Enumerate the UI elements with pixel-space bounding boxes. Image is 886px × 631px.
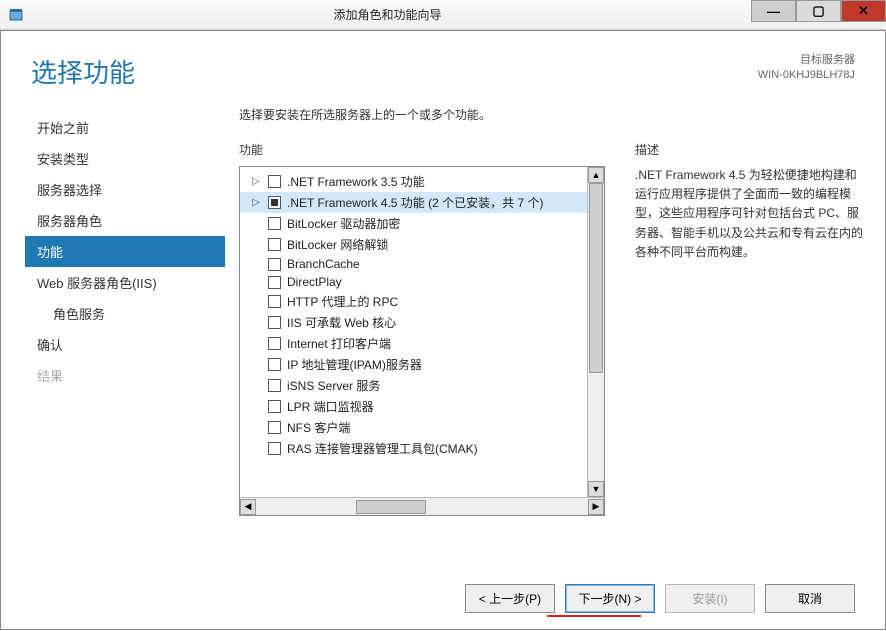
- scroll-track[interactable]: [256, 499, 588, 515]
- target-server-label: 目标服务器: [758, 53, 855, 68]
- scroll-up-arrow-icon[interactable]: ▲: [588, 167, 604, 183]
- feature-label: BranchCache: [287, 257, 360, 271]
- feature-label: LPR 端口监视器: [287, 398, 374, 415]
- install-button: 安装(I): [665, 584, 755, 613]
- feature-row[interactable]: BitLocker 网络解锁: [240, 234, 604, 255]
- sidebar-item-install-type[interactable]: 安装类型: [25, 143, 225, 174]
- feature-label: Internet 打印客户端: [287, 335, 391, 352]
- main-panel: 选择要安装在所选服务器上的一个或多个功能。 功能 ▷ .NET Framewor…: [225, 106, 865, 516]
- description-header: 描述: [635, 141, 865, 158]
- target-server-name: WIN-0KHJ9BLH78J: [758, 68, 855, 83]
- features-tree-viewport: ▷ .NET Framework 3.5 功能 ▷ .NET Framework…: [240, 167, 604, 497]
- annotation-underline: [547, 615, 641, 617]
- maximize-button[interactable]: ▢: [796, 0, 841, 22]
- minimize-button[interactable]: —: [751, 0, 796, 22]
- feature-label: NFS 客户端: [287, 419, 350, 436]
- close-button[interactable]: ✕: [841, 0, 886, 22]
- wizard-footer: < 上一步(P) 下一步(N) > 安装(I) 取消: [1, 584, 885, 613]
- checkbox[interactable]: [268, 442, 281, 455]
- sidebar-item-results: 结果: [25, 360, 225, 391]
- scroll-thumb[interactable]: [356, 500, 426, 514]
- feature-row[interactable]: ▷ .NET Framework 4.5 功能 (2 个已安装，共 7 个): [240, 192, 604, 213]
- window-title: 添加角色和功能向导: [24, 6, 751, 23]
- feature-row[interactable]: BitLocker 驱动器加密: [240, 213, 604, 234]
- feature-row[interactable]: DirectPlay: [240, 273, 604, 291]
- feature-label: .NET Framework 4.5 功能 (2 个已安装，共 7 个): [287, 194, 543, 211]
- checkbox[interactable]: [268, 175, 281, 188]
- feature-label: DirectPlay: [287, 275, 342, 289]
- description-text: .NET Framework 4.5 为轻松便捷地构建和运行应用程序提供了全面而…: [635, 166, 865, 262]
- feature-label: iSNS Server 服务: [287, 377, 380, 394]
- feature-row[interactable]: ▷ .NET Framework 3.5 功能: [240, 171, 604, 192]
- feature-row[interactable]: RAS 连接管理器管理工具包(CMAK): [240, 438, 604, 459]
- scroll-left-arrow-icon[interactable]: ◀: [240, 499, 256, 515]
- vertical-scrollbar[interactable]: ▲ ▼: [587, 167, 604, 497]
- window-controls: — ▢ ✕: [751, 0, 886, 29]
- next-button[interactable]: 下一步(N) >: [565, 584, 655, 613]
- sidebar-item-web-server-iis[interactable]: Web 服务器角色(IIS): [25, 267, 225, 298]
- feature-row[interactable]: IP 地址管理(IPAM)服务器: [240, 354, 604, 375]
- wizard-steps-sidebar: 开始之前 安装类型 服务器选择 服务器角色 功能 Web 服务器角色(IIS) …: [25, 106, 225, 516]
- sidebar-item-server-selection[interactable]: 服务器选择: [25, 174, 225, 205]
- feature-row[interactable]: NFS 客户端: [240, 417, 604, 438]
- content-layout: 开始之前 安装类型 服务器选择 服务器角色 功能 Web 服务器角色(IIS) …: [1, 96, 885, 516]
- feature-label: .NET Framework 3.5 功能: [287, 173, 425, 190]
- checkbox[interactable]: [268, 421, 281, 434]
- description-column: 描述 .NET Framework 4.5 为轻松便捷地构建和运行应用程序提供了…: [635, 141, 865, 516]
- scroll-track[interactable]: [588, 183, 604, 481]
- feature-row[interactable]: IIS 可承载 Web 核心: [240, 312, 604, 333]
- scroll-down-arrow-icon[interactable]: ▼: [588, 481, 604, 497]
- columns: 功能 ▷ .NET Framework 3.5 功能 ▷ .N: [239, 141, 865, 516]
- scroll-right-arrow-icon[interactable]: ▶: [588, 499, 604, 515]
- horizontal-scrollbar[interactable]: ◀ ▶: [240, 497, 604, 515]
- checkbox[interactable]: [268, 217, 281, 230]
- target-server-block: 目标服务器 WIN-0KHJ9BLH78J: [758, 53, 855, 84]
- features-tree: ▷ .NET Framework 3.5 功能 ▷ .NET Framework…: [239, 166, 605, 516]
- expander-icon[interactable]: ▷: [250, 197, 262, 208]
- sidebar-item-server-roles[interactable]: 服务器角色: [25, 205, 225, 236]
- checkbox[interactable]: [268, 316, 281, 329]
- checkbox[interactable]: [268, 276, 281, 289]
- feature-label: BitLocker 驱动器加密: [287, 215, 400, 232]
- cancel-button[interactable]: 取消: [765, 584, 855, 613]
- expander-icon[interactable]: ▷: [250, 176, 262, 187]
- checkbox[interactable]: [268, 400, 281, 413]
- previous-button[interactable]: < 上一步(P): [465, 584, 555, 613]
- sidebar-item-features[interactable]: 功能: [25, 236, 225, 267]
- page-title: 选择功能: [31, 53, 758, 90]
- checkbox[interactable]: [268, 238, 281, 251]
- checkbox[interactable]: [268, 379, 281, 392]
- checkbox[interactable]: [268, 295, 281, 308]
- checkbox[interactable]: [268, 358, 281, 371]
- feature-label: BitLocker 网络解锁: [287, 236, 388, 253]
- features-column: 功能 ▷ .NET Framework 3.5 功能 ▷ .N: [239, 141, 605, 516]
- feature-label: IIS 可承载 Web 核心: [287, 314, 396, 331]
- checkbox[interactable]: [268, 258, 281, 271]
- window-body: 选择功能 目标服务器 WIN-0KHJ9BLH78J 开始之前 安装类型 服务器…: [0, 30, 886, 630]
- feature-label: HTTP 代理上的 RPC: [287, 293, 398, 310]
- feature-row[interactable]: Internet 打印客户端: [240, 333, 604, 354]
- instruction-text: 选择要安装在所选服务器上的一个或多个功能。: [239, 106, 865, 123]
- sidebar-item-confirmation[interactable]: 确认: [25, 329, 225, 360]
- titlebar: 添加角色和功能向导 — ▢ ✕: [0, 0, 886, 30]
- sidebar-item-role-services[interactable]: 角色服务: [25, 298, 225, 329]
- feature-row[interactable]: LPR 端口监视器: [240, 396, 604, 417]
- feature-label: IP 地址管理(IPAM)服务器: [287, 356, 422, 373]
- feature-row[interactable]: HTTP 代理上的 RPC: [240, 291, 604, 312]
- checkbox[interactable]: [268, 196, 281, 209]
- checkbox[interactable]: [268, 337, 281, 350]
- feature-row[interactable]: iSNS Server 服务: [240, 375, 604, 396]
- app-icon: [8, 7, 24, 23]
- sidebar-item-before-begin[interactable]: 开始之前: [25, 112, 225, 143]
- header-area: 选择功能 目标服务器 WIN-0KHJ9BLH78J: [1, 31, 885, 96]
- features-header: 功能: [239, 141, 605, 158]
- feature-row[interactable]: BranchCache: [240, 255, 604, 273]
- feature-label: RAS 连接管理器管理工具包(CMAK): [287, 440, 478, 457]
- scroll-thumb[interactable]: [589, 183, 603, 373]
